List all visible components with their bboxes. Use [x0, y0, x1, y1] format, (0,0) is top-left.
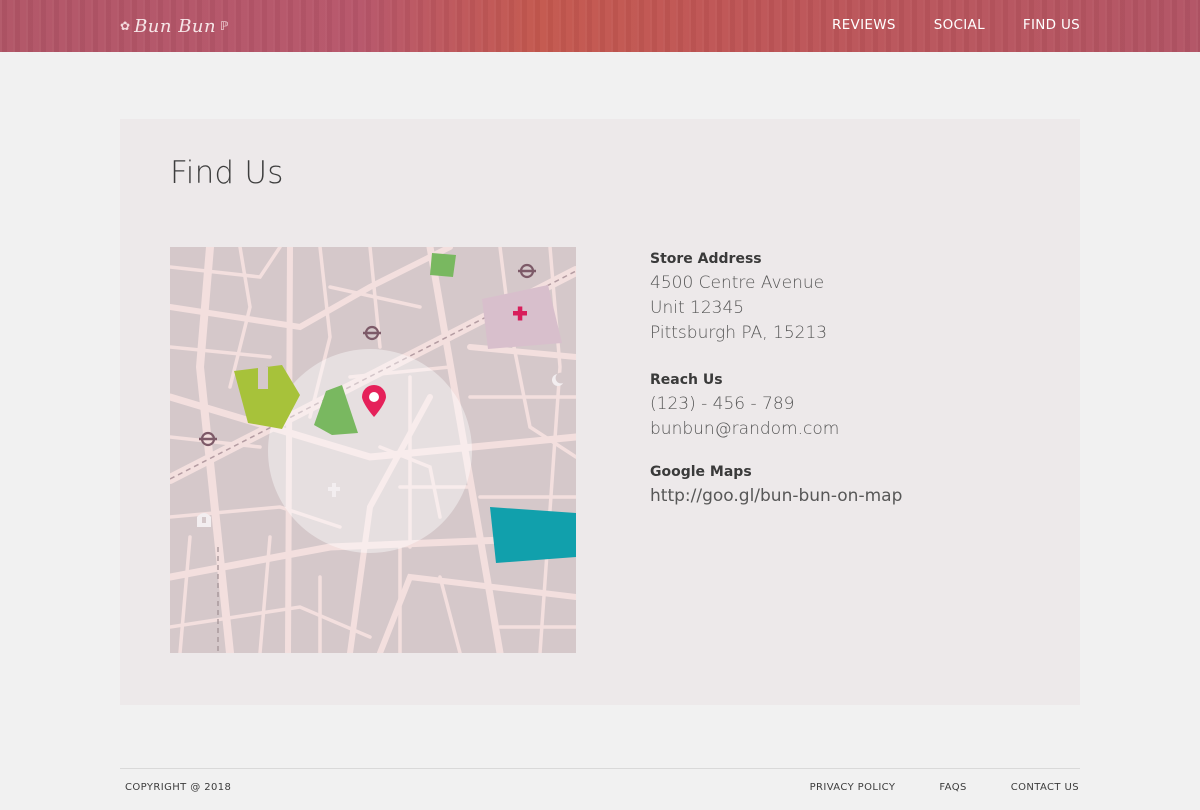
- park-area: [430, 253, 456, 277]
- footer-links: PRIVACY POLICY FAQS CONTACT US: [766, 782, 1079, 793]
- wheat-icon: ✿: [120, 19, 131, 33]
- footer-faqs[interactable]: FAQS: [939, 782, 966, 793]
- logo[interactable]: ✿ Bun Bun ℙ: [120, 8, 229, 44]
- main-nav: REVIEWS SOCIAL FIND US: [794, 0, 1080, 50]
- footer-privacy-policy[interactable]: PRIVACY POLICY: [810, 782, 896, 793]
- phone-number[interactable]: (123) - 456 - 789: [650, 392, 902, 417]
- google-maps-link[interactable]: http://goo.gl/bun-bun-on-map: [650, 486, 902, 506]
- nav-reviews[interactable]: REVIEWS: [832, 17, 896, 33]
- google-maps-block: Google Maps http://goo.gl/bun-bun-on-map: [650, 462, 902, 509]
- address-line-1: 4500 Centre Avenue: [650, 273, 825, 293]
- nav-find-us[interactable]: FIND US: [1023, 17, 1080, 33]
- address-line-2: Unit 12345: [650, 298, 745, 318]
- map-illustration: [170, 247, 576, 653]
- store-map[interactable]: [170, 247, 576, 653]
- page-title: Find Us: [170, 155, 284, 191]
- find-us-section: Find Us Store Address 4500 Centre Avenue…: [120, 119, 1080, 705]
- footer-divider: [120, 768, 1080, 769]
- email-address[interactable]: bunbun@random.com: [650, 417, 902, 442]
- nav-social[interactable]: SOCIAL: [934, 17, 985, 33]
- store-address-label: Store Address: [650, 251, 762, 267]
- google-maps-label: Google Maps: [650, 464, 752, 480]
- contact-info: Store Address 4500 Centre Avenue Unit 12…: [650, 249, 902, 533]
- reach-us-block: Reach Us (123) - 456 - 789 bunbun@random…: [650, 370, 902, 442]
- store-address-block: Store Address 4500 Centre Avenue Unit 12…: [650, 249, 902, 346]
- whisk-icon: ℙ: [220, 19, 229, 33]
- site-header: ✿ Bun Bun ℙ REVIEWS SOCIAL FIND US: [0, 0, 1200, 52]
- footer-contact-us[interactable]: CONTACT US: [1011, 782, 1079, 793]
- logo-text: Bun Bun: [134, 15, 217, 37]
- reach-us-label: Reach Us: [650, 372, 723, 388]
- address-line-3: Pittsburgh PA, 15213: [650, 323, 828, 343]
- copyright-text: COPYRIGHT @ 2018: [125, 782, 232, 793]
